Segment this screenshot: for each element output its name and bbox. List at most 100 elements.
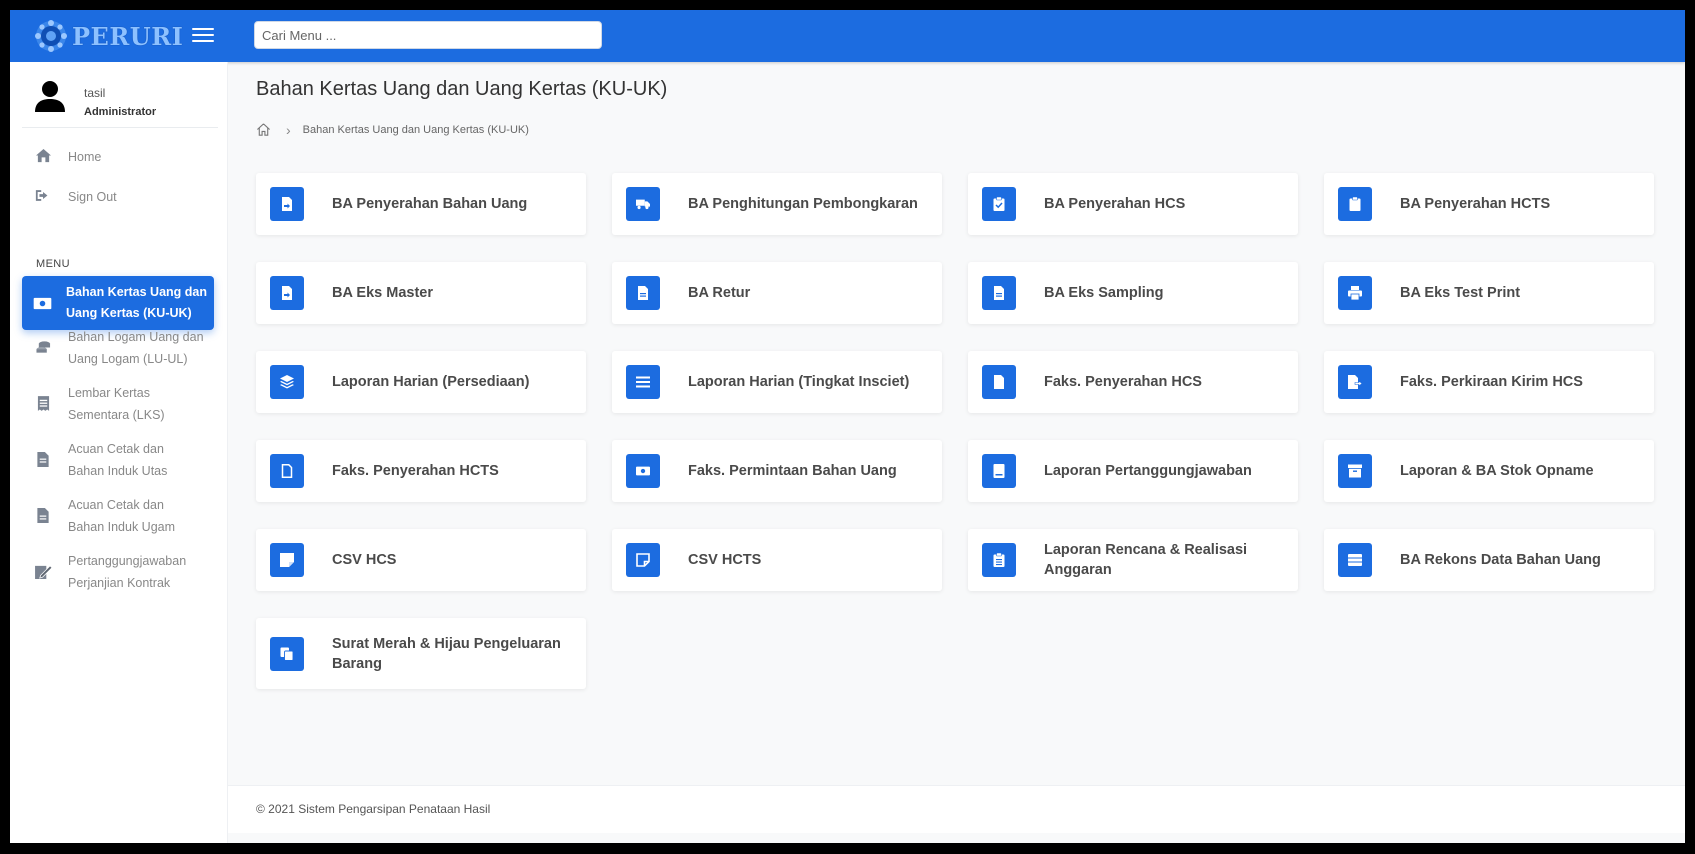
sidebar-item-home[interactable]: Home <box>22 146 216 168</box>
sidebar-item-pertanggungjawaban[interactable]: Pertanggungjawaban Perjanjian Kontrak <box>22 550 216 594</box>
page-title: Bahan Kertas Uang dan Uang Kertas (KU-UK… <box>256 78 668 100</box>
sidebar-item-ku-uk[interactable]: Bahan Kertas Uang dan Uang Kertas (KU-UK… <box>22 276 214 330</box>
card-title: Faks. Perkiraan Kirim HCS <box>1400 374 1583 390</box>
breadcrumb: › Bahan Kertas Uang dan Uang Kertas (KU-… <box>256 120 529 140</box>
money-bill-icon <box>626 454 660 488</box>
book-icon <box>982 454 1016 488</box>
sidebar-item-acuan-utas[interactable]: Acuan Cetak dan Bahan Induk Utas <box>22 438 216 482</box>
card-laporan-ba-stok-opname[interactable]: Laporan & BA Stok Opname <box>1324 440 1654 502</box>
card-title: Faks. Permintaan Bahan Uang <box>688 463 897 479</box>
table-icon <box>1338 543 1372 577</box>
sticky-note-icon <box>270 543 304 577</box>
card-faks-penyerahan-hcts[interactable]: Faks. Penyerahan HCTS <box>256 440 586 502</box>
home-icon[interactable] <box>256 122 272 138</box>
file-alt-icon <box>34 450 52 468</box>
card-laporan-harian-tingkat-insciet[interactable]: Laporan Harian (Tingkat Insciet) <box>612 351 942 413</box>
sidebar-item-label-line1: Acuan Cetak dan <box>68 498 164 512</box>
card-csv-hcs[interactable]: CSV HCS <box>256 529 586 591</box>
card-title: CSV HCS <box>332 552 397 568</box>
coins-icon <box>34 338 52 356</box>
clipboard-icon <box>1338 187 1372 221</box>
clipboard-list-icon <box>982 543 1016 577</box>
card-ba-eks-test-print[interactable]: BA Eks Test Print <box>1324 262 1654 324</box>
sidebar-item-lks[interactable]: Lembar Kertas Sementara (LKS) <box>22 382 216 426</box>
card-faks-perkiraan-kirim-hcs[interactable]: Faks. Perkiraan Kirim HCS <box>1324 351 1654 413</box>
sidebar: tasil Administrator Home Sign Out MENU B… <box>10 62 228 843</box>
sidebar-item-acuan-ugam[interactable]: Acuan Cetak dan Bahan Induk Ugam <box>22 494 216 538</box>
file-alt-icon <box>982 276 1016 310</box>
card-title: Laporan Rencana & Realisasi Anggaran <box>1044 542 1248 578</box>
sidebar-item-label-line1: Pertanggungjawaban <box>68 554 187 568</box>
card-ba-eks-sampling[interactable]: BA Eks Sampling <box>968 262 1298 324</box>
hamburger-menu-icon[interactable] <box>192 24 214 48</box>
footer-copyright: © 2021 Sistem Pengarsipan Penataan Hasil <box>256 802 491 816</box>
file-import-icon <box>270 187 304 221</box>
card-ba-penyerahan-bahan-uang[interactable]: BA Penyerahan Bahan Uang <box>256 173 586 235</box>
print-icon <box>1338 276 1372 310</box>
card-csv-hcts[interactable]: CSV HCTS <box>612 529 942 591</box>
card-title: Laporan Harian (Persediaan) <box>332 374 530 390</box>
logo-icon <box>34 19 68 53</box>
card-title: Laporan Pertanggungjawaban <box>1044 463 1252 479</box>
chevron-right-icon: › <box>286 122 291 138</box>
archive-icon <box>1338 454 1372 488</box>
card-title: Laporan Harian (Tingkat Insciet) <box>688 374 910 390</box>
card-title: BA Penyerahan HCS <box>1044 196 1186 212</box>
sidebar-item-label-line2: Uang Kertas (KU-UK) <box>66 306 192 320</box>
card-ba-rekons-data-bahan-uang[interactable]: BA Rekons Data Bahan Uang <box>1324 529 1654 591</box>
receipt-icon <box>34 394 52 412</box>
card-title: Faks. Penyerahan HCTS <box>332 463 499 479</box>
copy-icon <box>270 636 304 671</box>
logo-text: PERURI <box>72 21 184 51</box>
card-title: Surat Merah & Hijau Pengeluaran Barang <box>332 635 561 672</box>
card-faks-penyerahan-hcs[interactable]: Faks. Penyerahan HCS <box>968 351 1298 413</box>
file-export-icon <box>1338 365 1372 399</box>
card-ba-retur[interactable]: BA Retur <box>612 262 942 324</box>
clipboard-check-icon <box>982 187 1016 221</box>
card-faks-permintaan-bahan-uang[interactable]: Faks. Permintaan Bahan Uang <box>612 440 942 502</box>
card-laporan-pertanggungjawaban[interactable]: Laporan Pertanggungjawaban <box>968 440 1298 502</box>
signature-icon <box>34 562 52 580</box>
card-title: Laporan & BA Stok Opname <box>1400 463 1594 479</box>
sidebar-item-label-line2: Uang Logam (LU-UL) <box>68 352 188 366</box>
file-alt-icon <box>626 276 660 310</box>
user-avatar-icon <box>34 80 66 114</box>
home-icon <box>34 146 52 164</box>
logo[interactable]: PERURI <box>34 18 183 54</box>
file-icon <box>982 365 1016 399</box>
search-input[interactable] <box>254 21 602 49</box>
card-ba-penyerahan-hcts[interactable]: BA Penyerahan HCTS <box>1324 173 1654 235</box>
sidebar-item-sign-out[interactable]: Sign Out <box>22 186 216 208</box>
card-title: CSV HCTS <box>688 552 762 568</box>
file-icon <box>34 506 52 524</box>
footer: © 2021 Sistem Pengarsipan Penataan Hasil <box>228 785 1685 833</box>
card-ba-eks-master[interactable]: BA Eks Master <box>256 262 586 324</box>
sign-out-icon <box>34 186 52 204</box>
card-surat-merah-hijau[interactable]: Surat Merah & Hijau Pengeluaran Barang <box>256 618 586 689</box>
user-panel: tasil Administrator <box>22 70 218 128</box>
user-role: Administrator <box>84 106 157 118</box>
user-name: tasil <box>84 86 106 100</box>
app-window: PERURI tasil Administrator Home <box>10 10 1685 843</box>
card-title: BA Rekons Data Bahan Uang <box>1400 552 1601 568</box>
breadcrumb-current: Bahan Kertas Uang dan Uang Kertas (KU-UK… <box>302 124 529 136</box>
card-ba-penyerahan-hcs[interactable]: BA Penyerahan HCS <box>968 173 1298 235</box>
file-outline-icon <box>270 454 304 488</box>
truck-icon <box>626 187 660 221</box>
sidebar-item-label-line2: Bahan Induk Utas <box>68 464 168 478</box>
card-laporan-rencana-realisasi-anggaran[interactable]: Laporan Rencana & Realisasi Anggaran <box>968 529 1298 591</box>
menu-heading: MENU <box>36 258 70 270</box>
sidebar-item-label: Home <box>68 150 102 164</box>
sidebar-item-label-line1: Bahan Logam Uang dan <box>68 330 204 344</box>
card-title: BA Eks Test Print <box>1400 285 1521 301</box>
card-title: BA Penghitungan Pembongkaran <box>688 196 918 212</box>
money-bill-icon <box>32 294 52 312</box>
sidebar-item-label-line1: Bahan Kertas Uang dan <box>66 285 208 299</box>
layer-group-icon <box>270 365 304 399</box>
sidebar-item-label-line1: Lembar Kertas <box>68 386 150 400</box>
card-ba-penghitungan-pembongkaran[interactable]: BA Penghitungan Pembongkaran <box>612 173 942 235</box>
sidebar-item-lu-ul[interactable]: Bahan Logam Uang dan Uang Logam (LU-UL) <box>22 326 216 370</box>
card-title: BA Eks Sampling <box>1044 285 1164 301</box>
card-title: BA Eks Master <box>332 285 434 301</box>
card-laporan-harian-persediaan[interactable]: Laporan Harian (Persediaan) <box>256 351 586 413</box>
